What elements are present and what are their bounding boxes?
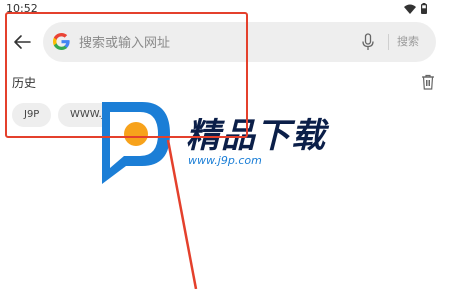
mic-icon[interactable] <box>361 33 375 51</box>
history-chip[interactable]: WWW.J9P.COM <box>58 103 134 127</box>
watermark-url: www.j9p.com <box>188 154 262 167</box>
status-bar: 10:52 <box>0 0 450 20</box>
watermark-title: 精品下载 <box>186 116 326 156</box>
wifi-icon <box>404 4 416 14</box>
divider <box>388 34 389 50</box>
search-button[interactable]: 搜索 <box>397 33 419 49</box>
history-title: 历史 <box>12 76 37 90</box>
google-icon <box>53 33 70 50</box>
status-time: 10:52 <box>6 2 38 15</box>
watermark: 精品下载 www.j9p.com <box>96 98 356 188</box>
trash-icon[interactable] <box>421 74 435 90</box>
search-input[interactable] <box>77 30 331 56</box>
back-icon[interactable] <box>12 32 32 52</box>
battery-icon <box>421 3 427 14</box>
history-chip[interactable]: J9P <box>12 103 52 127</box>
search-bar[interactable]: 搜索 <box>43 22 436 62</box>
